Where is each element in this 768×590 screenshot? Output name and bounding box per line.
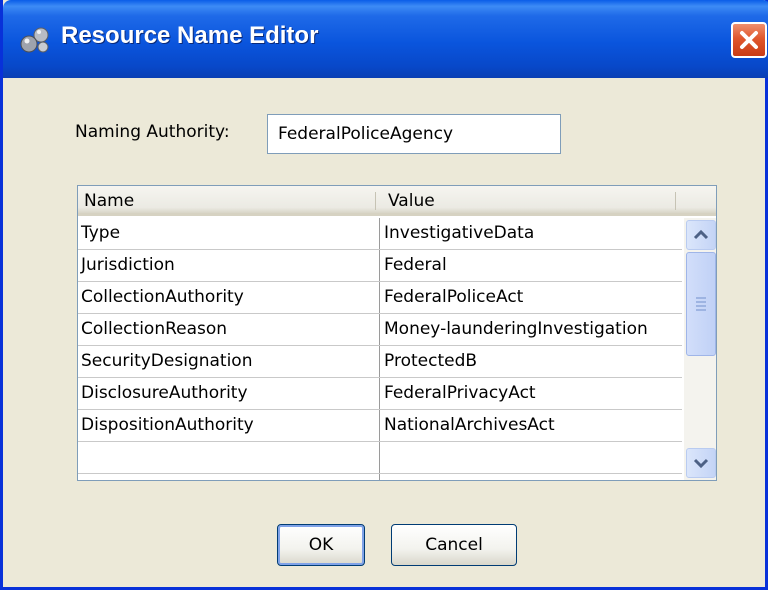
name-cell[interactable]: SecurityDesignation xyxy=(78,346,380,377)
window-title: Resource Name Editor xyxy=(61,22,319,49)
scroll-down-button[interactable] xyxy=(686,448,716,478)
chevron-down-icon xyxy=(693,458,709,469)
close-icon xyxy=(740,31,758,49)
value-cell[interactable]: Federal xyxy=(381,250,682,281)
value-cell[interactable] xyxy=(381,442,682,473)
column-header-value[interactable]: Value xyxy=(388,191,435,211)
name-value-table: Name Value Type InvestigativeData Jurisd… xyxy=(77,185,717,481)
name-cell[interactable]: Type xyxy=(78,218,380,249)
name-cell[interactable] xyxy=(78,442,380,473)
cancel-button[interactable]: Cancel xyxy=(391,524,517,566)
value-cell[interactable]: InvestigativeData xyxy=(381,218,682,249)
value-cell[interactable]: FederalPrivacyAct xyxy=(381,378,682,409)
column-divider[interactable] xyxy=(675,192,676,210)
title-bar[interactable]: Resource Name Editor xyxy=(3,0,768,78)
table-row[interactable]: Jurisdiction Federal xyxy=(78,250,682,282)
table-row[interactable]: CollectionReason Money-launderingInvesti… xyxy=(78,314,682,346)
table-row[interactable]: CollectionAuthority FederalPoliceAct xyxy=(78,282,682,314)
name-cell[interactable]: Jurisdiction xyxy=(78,250,380,281)
scroll-thumb[interactable] xyxy=(686,252,716,356)
naming-authority-label: Naming Authority: xyxy=(75,122,230,142)
table-row[interactable]: SecurityDesignation ProtectedB xyxy=(78,346,682,378)
value-cell[interactable]: FederalPoliceAct xyxy=(381,282,682,313)
value-cell[interactable]: ProtectedB xyxy=(381,346,682,377)
chevron-up-icon xyxy=(693,229,709,240)
app-spheres-icon xyxy=(20,27,49,53)
naming-authority-field[interactable] xyxy=(267,114,561,154)
grip-icon xyxy=(696,297,706,311)
value-cell[interactable]: Money-launderingInvestigation xyxy=(381,314,682,345)
table-row[interactable]: Type InvestigativeData xyxy=(78,218,682,250)
column-divider[interactable] xyxy=(375,192,376,210)
dialog-window: Resource Name Editor Naming Authority: N… xyxy=(0,0,768,590)
table-header: Name Value xyxy=(78,186,716,216)
close-button[interactable] xyxy=(731,22,767,58)
vertical-scrollbar[interactable] xyxy=(684,218,716,480)
table-row[interactable]: DispositionAuthority NationalArchivesAct xyxy=(78,410,682,442)
name-cell[interactable]: DisclosureAuthority xyxy=(78,378,380,409)
name-cell[interactable]: CollectionReason xyxy=(78,314,380,345)
table-row-partial xyxy=(78,474,682,480)
value-cell[interactable]: NationalArchivesAct xyxy=(381,410,682,441)
scroll-up-button[interactable] xyxy=(686,220,716,250)
column-header-name[interactable]: Name xyxy=(84,191,134,211)
name-cell xyxy=(78,474,380,480)
ok-button[interactable]: OK xyxy=(277,524,365,566)
name-cell[interactable]: DispositionAuthority xyxy=(78,410,380,441)
table-row[interactable] xyxy=(78,442,682,474)
name-cell[interactable]: CollectionAuthority xyxy=(78,282,380,313)
table-row[interactable]: DisclosureAuthority FederalPrivacyAct xyxy=(78,378,682,410)
